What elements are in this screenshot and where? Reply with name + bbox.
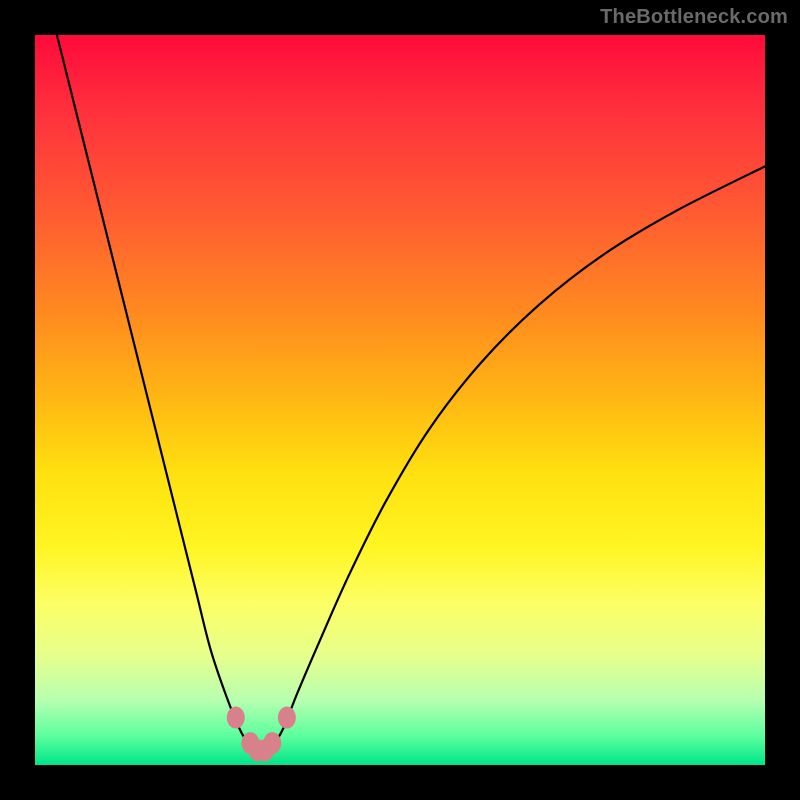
curve-marker (263, 732, 281, 754)
chart-svg (35, 35, 765, 765)
plot-area (35, 35, 765, 765)
curve-marker (227, 707, 245, 729)
curve-marker (278, 707, 296, 729)
watermark-text: TheBottleneck.com (600, 6, 788, 29)
outer-frame: TheBottleneck.com (0, 0, 800, 800)
curve-markers (227, 707, 296, 762)
bottleneck-curve (57, 35, 765, 755)
